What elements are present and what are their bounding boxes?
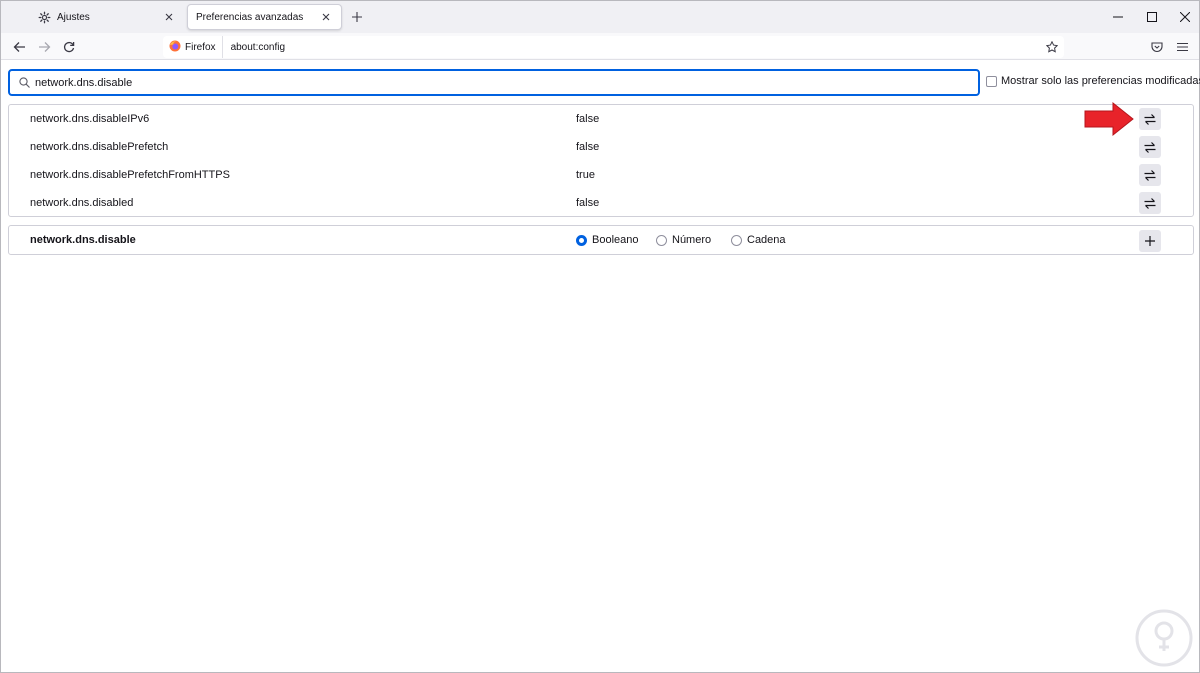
minimize-button[interactable]	[1110, 9, 1126, 25]
radio-label: Cadena	[747, 234, 786, 246]
swap-arrows-icon	[1144, 169, 1156, 181]
pref-name: network.dns.disablePrefetchFromHTTPS	[30, 169, 230, 181]
radio-label: Booleano	[592, 234, 639, 246]
search-box[interactable]	[8, 69, 980, 96]
red-arrow-annotation	[1084, 101, 1134, 137]
toggle-button[interactable]	[1139, 136, 1161, 158]
tab-strip: Ajustes Preferencias avanzadas	[1, 1, 1199, 33]
forward-arrow-icon	[38, 42, 50, 52]
plus-icon	[1145, 236, 1155, 246]
table-row[interactable]: network.dns.disabled false	[9, 189, 1193, 217]
pref-name: network.dns.disablePrefetch	[30, 141, 169, 153]
table-row[interactable]: network.dns.disablePrefetch false	[9, 133, 1193, 161]
pocket-button[interactable]	[1148, 38, 1166, 56]
type-numero-radio[interactable]: Número	[656, 234, 711, 246]
add-button[interactable]	[1139, 230, 1161, 252]
close-window-button[interactable]	[1177, 9, 1193, 25]
gear-icon	[37, 10, 51, 24]
tab-preferencias-avanzadas[interactable]: Preferencias avanzadas	[187, 4, 342, 30]
url-bar[interactable]: Firefox about:config	[163, 36, 1064, 58]
pref-value: true	[576, 169, 595, 181]
modified-only-checkbox[interactable]	[986, 75, 997, 87]
hamburger-menu-icon	[1176, 42, 1188, 52]
type-booleano-radio[interactable]: Booleano	[576, 234, 639, 246]
plus-icon	[352, 12, 362, 22]
toggle-button[interactable]	[1139, 108, 1161, 130]
modified-only-label: Mostrar solo las preferencias modificada…	[1001, 75, 1200, 87]
identity-box[interactable]: Firefox	[163, 36, 223, 58]
watermark-logo	[1135, 609, 1193, 667]
modified-only-toggle[interactable]: Mostrar solo las preferencias modificada…	[986, 75, 1200, 87]
reload-icon	[63, 41, 75, 53]
radio-button-checked[interactable]	[576, 234, 587, 246]
new-pref-name: network.dns.disable	[30, 234, 136, 246]
url-text[interactable]: about:config	[231, 42, 1044, 53]
back-button[interactable]	[10, 38, 28, 56]
tab-label: Preferencias avanzadas	[196, 11, 304, 23]
search-icon	[15, 74, 33, 92]
table-row[interactable]: network.dns.disableIPv6 false	[9, 105, 1193, 133]
navigation-toolbar: Firefox about:config	[1, 33, 1199, 60]
swap-arrows-icon	[1144, 113, 1156, 125]
pref-name: network.dns.disabled	[30, 197, 134, 209]
maximize-button[interactable]	[1144, 9, 1160, 25]
reload-button[interactable]	[60, 38, 78, 56]
radio-label: Número	[672, 234, 712, 246]
close-icon	[1180, 12, 1190, 22]
preferences-table: network.dns.disableIPv6 false network.dn…	[8, 104, 1194, 217]
firefox-logo-icon	[169, 40, 181, 55]
search-row: Mostrar solo las preferencias modificada…	[8, 69, 1200, 97]
pref-value: false	[576, 141, 600, 153]
pref-value: false	[576, 197, 600, 209]
search-input[interactable]	[35, 76, 935, 89]
forward-button[interactable]	[35, 38, 53, 56]
close-icon[interactable]	[162, 10, 176, 24]
new-preference-row: network.dns.disable Booleano Número Cade…	[8, 225, 1194, 255]
bookmark-star-icon[interactable]	[1044, 39, 1060, 55]
identity-label: Firefox	[185, 41, 216, 53]
menu-button[interactable]	[1173, 38, 1191, 56]
swap-arrows-icon	[1144, 197, 1156, 209]
tab-label: Ajustes	[57, 11, 90, 23]
swap-arrows-icon	[1144, 141, 1156, 153]
pref-value: false	[576, 113, 600, 125]
type-cadena-radio[interactable]: Cadena	[731, 234, 786, 246]
maximize-icon	[1147, 12, 1157, 22]
minimize-icon	[1113, 16, 1123, 18]
toggle-button[interactable]	[1139, 192, 1161, 214]
new-tab-button[interactable]	[349, 9, 365, 25]
back-arrow-icon	[13, 42, 25, 52]
radio-button[interactable]	[731, 234, 742, 246]
browser-window: Ajustes Preferencias avanzadas Firefox a…	[0, 0, 1200, 673]
close-icon[interactable]	[319, 10, 333, 24]
radio-button[interactable]	[656, 234, 667, 246]
pocket-icon	[1151, 42, 1163, 52]
table-row[interactable]: network.dns.disablePrefetchFromHTTPS tru…	[9, 161, 1193, 189]
tab-ajustes[interactable]: Ajustes	[29, 4, 184, 30]
pref-name: network.dns.disableIPv6	[30, 113, 150, 125]
toggle-button[interactable]	[1139, 164, 1161, 186]
